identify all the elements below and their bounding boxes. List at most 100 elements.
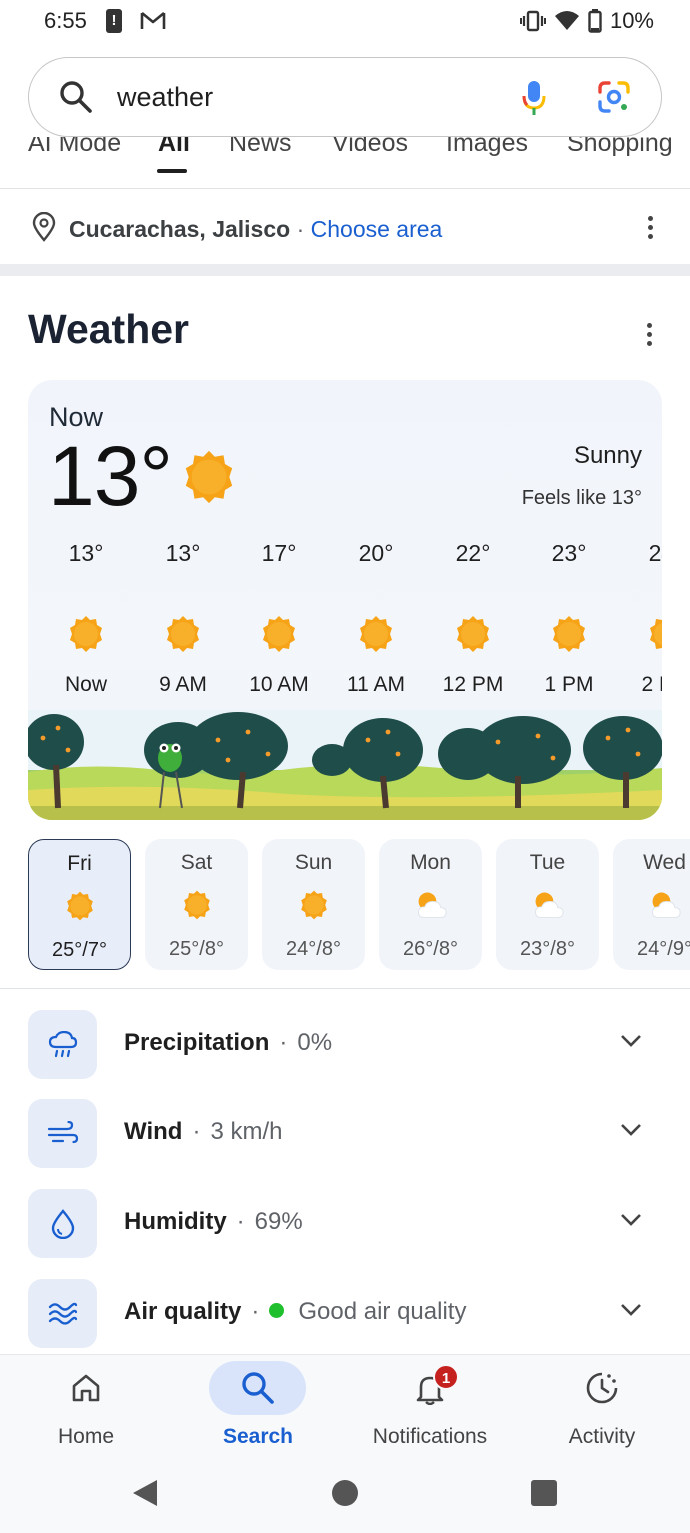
- hourly-item: 23° 1 PM: [521, 540, 617, 697]
- notification-badge: 1: [433, 1364, 459, 1390]
- feels-like: Feels like 13°: [521, 487, 642, 509]
- wind-row[interactable]: Wind · 3 km/h: [28, 1099, 662, 1169]
- nav-search[interactable]: Search: [172, 1355, 344, 1465]
- location-pin-icon: [32, 212, 56, 242]
- hourly-temp: 20°: [358, 540, 394, 566]
- sun-icon: [185, 450, 233, 504]
- day-card-fri[interactable]: Fri 25°/7°: [28, 839, 131, 970]
- air-quality-value: Good air quality: [298, 1298, 467, 1325]
- weather-card: Now 13° Sunny Feels like 13° 13° Now 13°…: [28, 380, 662, 820]
- hourly-time: 1 PM: [544, 673, 594, 696]
- sun-icon: [167, 616, 199, 652]
- chevron-down-icon[interactable]: [620, 1213, 642, 1227]
- day-temps: 25°/8°: [169, 938, 224, 960]
- hourly-temp: 23°: [551, 540, 587, 566]
- day-card-mon[interactable]: Mon 26°/8°: [379, 839, 482, 970]
- day-temps: 24°/8°: [286, 938, 341, 960]
- day-card-tue[interactable]: Tue 23°/8°: [496, 839, 599, 970]
- air-quality-row[interactable]: Air quality · Good air quality: [28, 1279, 662, 1349]
- section-divider: [0, 264, 690, 276]
- day-temps: 24°/9°: [637, 938, 690, 960]
- sun-icon: [650, 619, 662, 649]
- activity-icon: [586, 1372, 618, 1404]
- separator-dot: ·: [192, 1118, 201, 1145]
- hourly-item: 24° 2 PM: [618, 540, 662, 697]
- humidity-row[interactable]: Humidity · 69%: [28, 1189, 662, 1259]
- nav-activity-label: Activity: [568, 1425, 636, 1448]
- search-bar[interactable]: weather: [28, 57, 662, 137]
- mic-icon[interactable]: [521, 80, 547, 116]
- droplet-icon: [28, 1189, 97, 1258]
- location-bar: Cucarachas, Jalisco · Choose area: [0, 190, 690, 264]
- tab-shopping[interactable]: Shopping: [567, 137, 673, 158]
- home-icon: [72, 1374, 100, 1402]
- day-name: Sat: [180, 851, 213, 874]
- hourly-item: 22° 12 PM: [425, 540, 521, 697]
- chevron-down-icon[interactable]: [620, 1123, 642, 1137]
- alert-icon: !: [106, 9, 122, 33]
- tab-ai-mode[interactable]: AI Mode: [28, 137, 121, 158]
- nav-notifications[interactable]: 1 Notifications: [344, 1355, 516, 1465]
- humidity-label: Humidity: [124, 1208, 227, 1235]
- day-temps: 23°/8°: [520, 938, 575, 960]
- day-temps: 25°/7°: [52, 939, 107, 961]
- wifi-icon: [554, 11, 579, 30]
- nav-activity[interactable]: Activity: [516, 1355, 688, 1465]
- air-quality-status-dot: [269, 1303, 285, 1318]
- back-icon[interactable]: [131, 1478, 159, 1508]
- search-icon[interactable]: [59, 80, 93, 114]
- precipitation-row[interactable]: Precipitation · 0%: [28, 1010, 662, 1080]
- lens-icon[interactable]: [597, 80, 631, 114]
- home-circle-icon[interactable]: [331, 1479, 359, 1507]
- location-more-icon[interactable]: [648, 216, 654, 243]
- weather-scene-illustration: [28, 710, 662, 820]
- location-text: Cucarachas, Jalisco · Choose area: [69, 216, 442, 243]
- battery-percent: 10%: [609, 8, 654, 33]
- day-name: Tue: [529, 851, 566, 874]
- search-input[interactable]: weather: [117, 82, 213, 113]
- hourly-time: 12 PM: [442, 673, 504, 696]
- air-quality-label: Air quality: [124, 1298, 242, 1325]
- tab-all[interactable]: All: [158, 137, 190, 158]
- location-separator: ·: [296, 216, 305, 242]
- detail-label: Precipitation · 0%: [124, 1029, 332, 1057]
- tab-images[interactable]: Images: [446, 137, 528, 158]
- hourly-item: 20° 11 AM: [328, 540, 424, 697]
- day-card-wed[interactable]: Wed 24°/9°: [613, 839, 690, 970]
- wind-value: 3 km/h: [210, 1118, 283, 1145]
- gmail-icon: [140, 11, 166, 29]
- nav-home[interactable]: Home: [0, 1355, 172, 1465]
- detail-label: Air quality · Good air quality: [124, 1298, 466, 1326]
- hourly-forecast[interactable]: 13° Now 13° 9 AM 17° 10 AM 20° 11 AM 22°…: [28, 540, 662, 700]
- sun-icon: [70, 616, 102, 652]
- recents-icon[interactable]: [530, 1479, 558, 1507]
- tab-news[interactable]: News: [229, 137, 292, 158]
- search-tabs: AI Mode All News Videos Images Shopping: [0, 137, 690, 189]
- daily-forecast: Fri 25°/7° Sat 25°/8° Sun 24°/8° Mon 26°…: [28, 839, 690, 971]
- tab-active-indicator: [157, 169, 187, 173]
- sun-icon: [360, 616, 392, 652]
- separator-dot: ·: [279, 1029, 288, 1056]
- chevron-down-icon[interactable]: [620, 1034, 642, 1048]
- location-name: Cucarachas, Jalisco: [69, 216, 291, 242]
- tab-videos[interactable]: Videos: [332, 137, 408, 158]
- chevron-down-icon[interactable]: [620, 1303, 642, 1317]
- hourly-time: 2 PM: [641, 673, 662, 696]
- day-card-sat[interactable]: Sat 25°/8°: [145, 839, 248, 970]
- hourly-temp: 22°: [455, 540, 491, 566]
- choose-area-link[interactable]: Choose area: [311, 216, 443, 242]
- wind-icon: [28, 1099, 97, 1168]
- hourly-time: 10 AM: [249, 673, 309, 696]
- nav-search-label: Search: [222, 1425, 294, 1448]
- system-navigation-bar: [0, 1464, 690, 1533]
- day-card-sun[interactable]: Sun 24°/8°: [262, 839, 365, 970]
- weather-more-icon[interactable]: [647, 323, 653, 350]
- weather-title: Weather: [28, 306, 190, 352]
- separator-dot: ·: [251, 1298, 260, 1325]
- partly-cloudy-icon: [534, 892, 564, 918]
- detail-label: Humidity · 69%: [124, 1208, 303, 1236]
- hourly-time: Now: [64, 673, 107, 696]
- nav-home-label: Home: [57, 1425, 115, 1448]
- rain-cloud-icon: [28, 1010, 97, 1079]
- sun-icon: [66, 891, 93, 921]
